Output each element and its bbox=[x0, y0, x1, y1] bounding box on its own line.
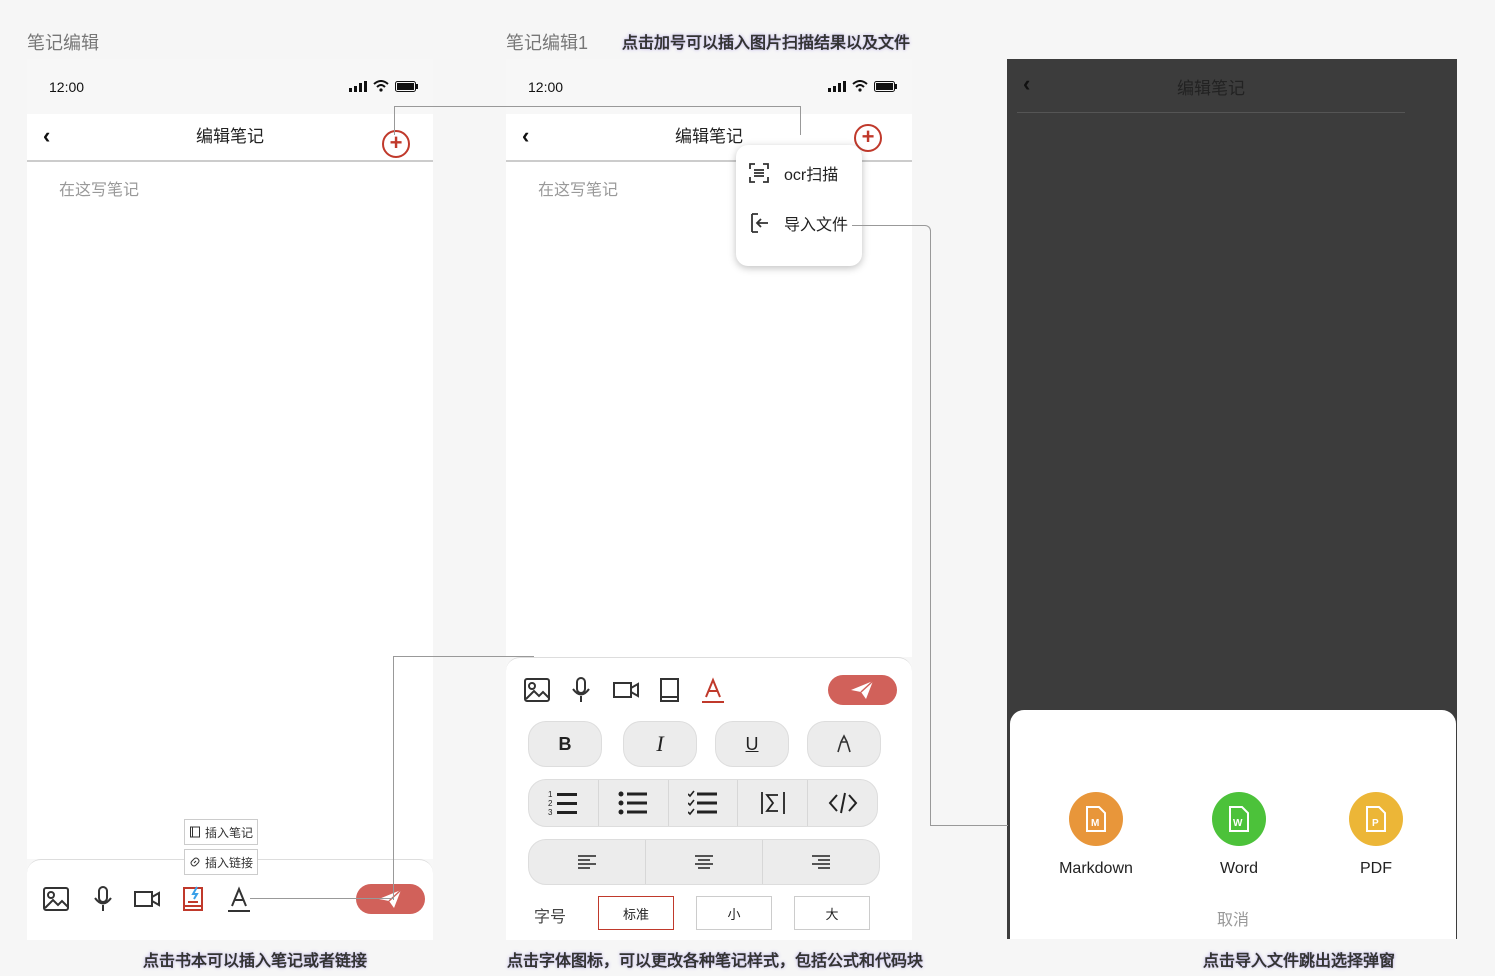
page-title: 编辑笔记 bbox=[1177, 79, 1245, 98]
status-time: 12:00 bbox=[49, 79, 85, 95]
bullet-list-button[interactable] bbox=[599, 780, 669, 826]
markdown-label: Markdown bbox=[1059, 860, 1133, 877]
microphone-icon[interactable] bbox=[567, 676, 595, 704]
battery-icon bbox=[874, 80, 897, 92]
book-icon[interactable] bbox=[180, 885, 208, 913]
annotation-import: 点击导入文件跳出选择弹窗 bbox=[1203, 953, 1396, 970]
notebook-icon bbox=[190, 826, 200, 838]
phone-frame-3: ‹ 编辑笔记 M Markdown W Word P PDF 取消 bbox=[1007, 59, 1457, 939]
checklist-icon bbox=[687, 790, 717, 816]
markdown-option[interactable]: M Markdown bbox=[1036, 792, 1156, 878]
bold-button[interactable]: B bbox=[528, 721, 602, 767]
import-file-label: 导入文件 bbox=[784, 217, 849, 234]
connector-import-h bbox=[930, 825, 1008, 826]
file-type-sheet: M Markdown W Word P PDF 取消 bbox=[1010, 710, 1456, 939]
scan-icon bbox=[749, 163, 769, 183]
book-icon[interactable] bbox=[656, 676, 684, 704]
align-left-icon bbox=[578, 855, 596, 869]
wifi-icon bbox=[852, 80, 868, 92]
svg-text:M: M bbox=[1091, 818, 1099, 829]
ordered-list-button[interactable]: 123 bbox=[529, 780, 599, 826]
list-block-group: 123 bbox=[528, 779, 878, 827]
align-left-button[interactable] bbox=[529, 840, 646, 884]
checklist-button[interactable] bbox=[669, 780, 739, 826]
formula-button[interactable] bbox=[738, 780, 809, 826]
editor-placeholder: 在这写笔记 bbox=[538, 182, 619, 199]
font-style-icon[interactable] bbox=[699, 676, 727, 704]
video-icon[interactable] bbox=[612, 676, 640, 704]
connector-plus bbox=[394, 106, 801, 135]
size-standard-button[interactable]: 标准 bbox=[598, 896, 674, 930]
formula-icon bbox=[760, 792, 785, 814]
svg-text:1: 1 bbox=[548, 790, 553, 799]
connector-import bbox=[852, 225, 931, 826]
import-file-item[interactable]: 导入文件 bbox=[748, 211, 848, 235]
dark-nav-bar: ‹ 编辑笔记 bbox=[1017, 59, 1405, 113]
ocr-scan-label: ocr扫描 bbox=[784, 167, 839, 184]
align-group bbox=[528, 839, 880, 885]
svg-text:W: W bbox=[1233, 818, 1243, 829]
font-size-label: 字号 bbox=[534, 909, 567, 926]
underline-button[interactable]: U bbox=[715, 721, 789, 767]
signal-icon bbox=[828, 80, 846, 92]
align-right-icon bbox=[812, 855, 830, 869]
note-editor[interactable]: 在这写笔记 bbox=[27, 162, 433, 859]
connector-font bbox=[393, 656, 534, 900]
video-icon[interactable] bbox=[133, 885, 161, 913]
font-style-icon[interactable] bbox=[225, 885, 253, 913]
pdf-icon: P bbox=[1349, 792, 1403, 846]
pdf-label: PDF bbox=[1360, 860, 1392, 877]
connector-font-h bbox=[250, 898, 393, 899]
link-icon bbox=[190, 857, 200, 867]
insert-link-label: 插入链接 bbox=[205, 855, 254, 870]
import-icon bbox=[751, 213, 768, 233]
svg-text:3: 3 bbox=[548, 808, 553, 817]
word-label: Word bbox=[1220, 860, 1258, 877]
italic-button[interactable]: I bbox=[623, 721, 697, 767]
nav-bar: ‹ 编辑笔记 + bbox=[27, 114, 433, 162]
page-title: 编辑笔记 bbox=[196, 127, 264, 146]
battery-icon bbox=[395, 80, 418, 92]
insert-note-item[interactable]: 插入笔记 bbox=[184, 819, 259, 845]
cancel-button[interactable]: 取消 bbox=[1010, 906, 1456, 930]
ocr-scan-item[interactable]: ocr扫描 bbox=[748, 161, 838, 185]
frame-title-2: 笔记编辑1 bbox=[506, 33, 589, 53]
wifi-icon bbox=[373, 80, 389, 92]
align-center-button[interactable] bbox=[646, 840, 763, 884]
annotation-plus: 点击加号可以插入图片扫描结果以及文件 bbox=[622, 35, 911, 52]
add-popup-menu: ocr扫描 导入文件 bbox=[736, 145, 862, 266]
signal-icon bbox=[349, 80, 367, 92]
align-center-icon bbox=[695, 855, 713, 869]
insert-note-label: 插入笔记 bbox=[205, 825, 254, 840]
word-icon: W bbox=[1212, 792, 1266, 846]
ordered-list-icon: 123 bbox=[548, 790, 578, 817]
image-icon[interactable] bbox=[42, 885, 70, 913]
editor-placeholder: 在这写笔记 bbox=[59, 182, 140, 199]
marker-icon bbox=[837, 734, 851, 753]
phone-frame-1: 12:00 ‹ 编辑笔记 + 在这写笔记 插入笔记 插入链接 bbox=[27, 59, 433, 940]
insert-link-item[interactable]: 插入链接 bbox=[184, 849, 259, 875]
word-option[interactable]: W Word bbox=[1179, 792, 1299, 878]
align-right-button[interactable] bbox=[763, 840, 879, 884]
pdf-option[interactable]: P PDF bbox=[1316, 792, 1436, 878]
microphone-icon[interactable] bbox=[89, 885, 117, 913]
status-time: 12:00 bbox=[528, 79, 564, 95]
bullet-list-icon bbox=[618, 791, 648, 815]
frame-title-1: 笔记编辑 bbox=[27, 33, 99, 53]
size-small-button[interactable]: 小 bbox=[696, 896, 772, 930]
annotation-font: 点击字体图标，可以更改各种笔记样式，包括公式和代码块 bbox=[507, 953, 924, 970]
markdown-icon: M bbox=[1069, 792, 1123, 846]
status-bar: 12:00 bbox=[27, 59, 433, 114]
svg-text:P: P bbox=[1372, 818, 1379, 829]
size-large-button[interactable]: 大 bbox=[794, 896, 870, 930]
svg-text:2: 2 bbox=[548, 799, 553, 808]
annotation-book: 点击书本可以插入笔记或者链接 bbox=[143, 953, 368, 970]
